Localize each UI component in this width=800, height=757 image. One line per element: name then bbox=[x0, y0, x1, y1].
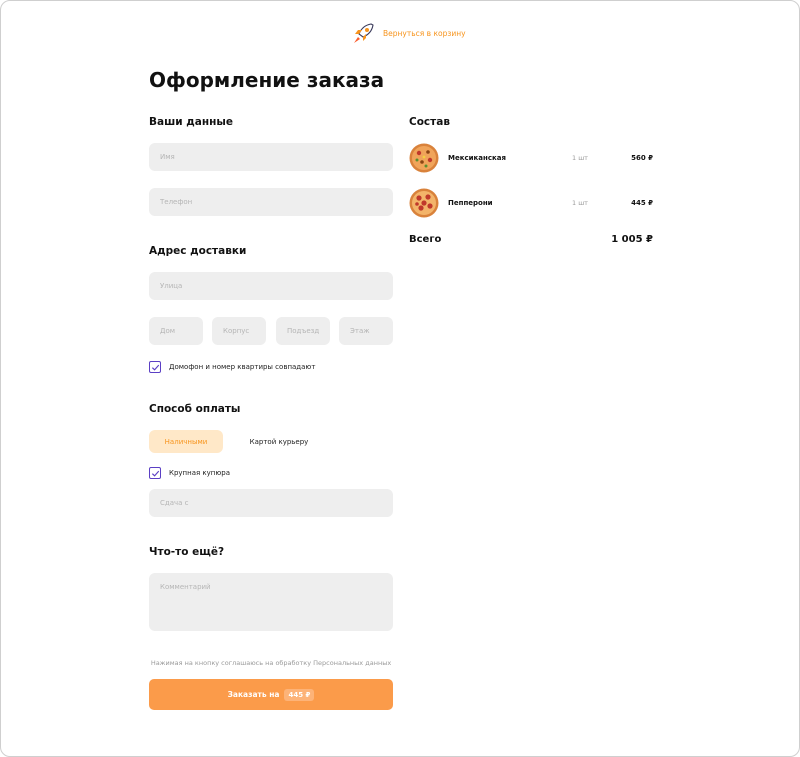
checkmark-icon bbox=[151, 470, 159, 477]
item-name: Мексиканская bbox=[448, 154, 506, 162]
address-title: Адрес доставки bbox=[149, 245, 247, 257]
building-field[interactable] bbox=[212, 317, 266, 345]
consent-text: Нажимая на кнопку соглашаюсь на обработк… bbox=[150, 659, 392, 667]
payment-title: Способ оплаты bbox=[149, 403, 241, 415]
large-bill-checkbox-row[interactable]: Крупная купюра bbox=[149, 467, 230, 479]
item-price: 445 ₽ bbox=[631, 199, 653, 207]
phone-field[interactable] bbox=[149, 188, 393, 216]
item-name: Пепперони bbox=[448, 199, 493, 207]
list-item: Мексиканская 1 шт 560 ₽ bbox=[409, 143, 653, 173]
intercom-checkbox-label: Домофон и номер квартиры совпадают bbox=[169, 363, 316, 371]
payment-option-cash[interactable]: Наличными bbox=[149, 430, 223, 453]
name-field[interactable] bbox=[149, 143, 393, 171]
submit-order-label: Заказать на bbox=[227, 690, 280, 699]
large-bill-checkbox-label: Крупная купюра bbox=[169, 469, 231, 477]
checkmark-icon bbox=[151, 364, 159, 371]
total-value: 1 005 ₽ bbox=[611, 234, 653, 245]
page-title: Оформление заказа bbox=[149, 68, 385, 92]
pizza-icon bbox=[409, 143, 439, 173]
your-data-title: Ваши данные bbox=[149, 116, 233, 128]
change-field[interactable] bbox=[149, 489, 393, 517]
comment-field[interactable] bbox=[149, 573, 393, 631]
street-field[interactable] bbox=[149, 272, 393, 300]
back-to-cart-link[interactable]: Вернуться в корзину bbox=[383, 29, 466, 38]
intercom-checkbox-row[interactable]: Домофон и номер квартиры совпадают bbox=[149, 361, 315, 373]
submit-order-button[interactable]: Заказать на 445 ₽ bbox=[149, 679, 393, 710]
item-quantity: 1 шт bbox=[572, 154, 588, 162]
item-price: 560 ₽ bbox=[631, 154, 653, 162]
page-frame: Вернуться в корзину Оформление заказа Ва… bbox=[0, 0, 800, 757]
submit-order-price: 445 ₽ bbox=[284, 688, 315, 701]
large-bill-checkbox[interactable] bbox=[149, 467, 161, 479]
total-label: Всего bbox=[409, 234, 442, 245]
entrance-field[interactable] bbox=[276, 317, 330, 345]
extra-title: Что-то ещё? bbox=[149, 546, 225, 558]
list-item: Пепперони 1 шт 445 ₽ bbox=[409, 188, 653, 218]
pizza-icon bbox=[409, 188, 439, 218]
floor-field[interactable] bbox=[339, 317, 393, 345]
header: Вернуться в корзину bbox=[351, 21, 466, 45]
house-field[interactable] bbox=[149, 317, 203, 345]
payment-option-card[interactable]: Картой курьеру bbox=[237, 430, 321, 453]
item-quantity: 1 шт bbox=[572, 199, 588, 207]
rocket-logo-icon bbox=[354, 23, 374, 43]
intercom-checkbox[interactable] bbox=[149, 361, 161, 373]
order-title: Состав bbox=[409, 116, 450, 128]
